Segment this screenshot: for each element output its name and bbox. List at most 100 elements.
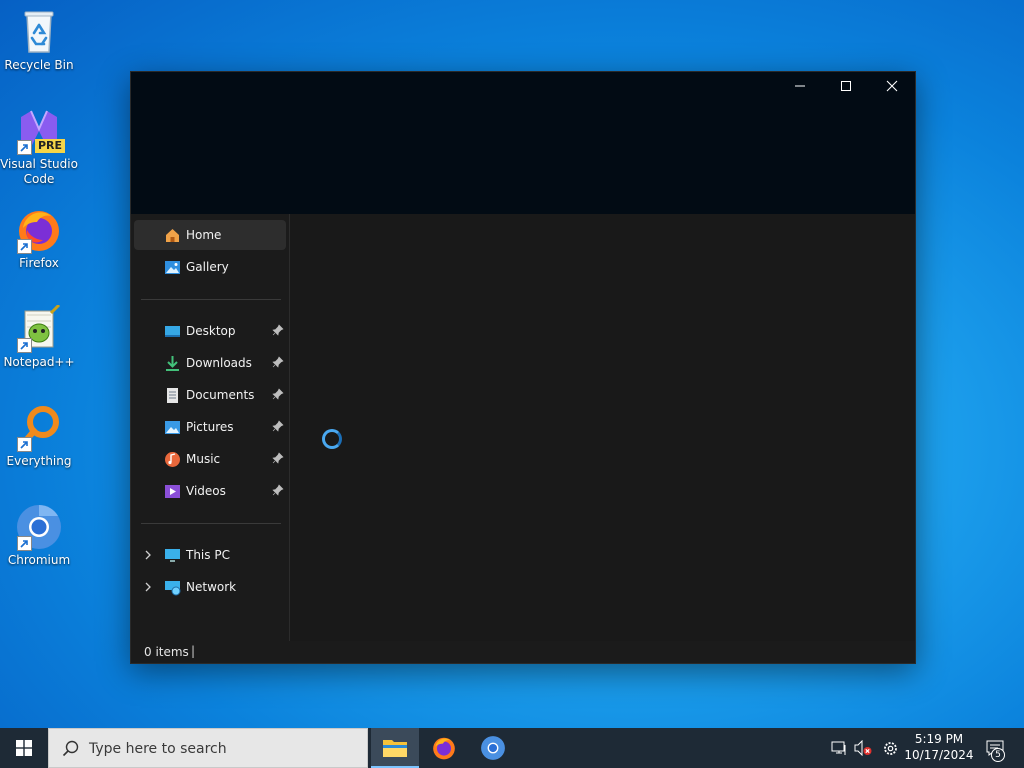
downloads-icon bbox=[166, 356, 179, 371]
search-icon bbox=[62, 740, 79, 757]
clock-date: 10/17/2024 bbox=[904, 748, 974, 762]
close-icon bbox=[886, 80, 898, 92]
preview-badge: PRE bbox=[34, 139, 65, 153]
desktop-icon-notepad-plus-plus[interactable]: Notepad++ bbox=[0, 303, 78, 370]
minimize-button[interactable] bbox=[777, 72, 823, 100]
loading-spinner bbox=[322, 429, 342, 449]
nav-item-documents[interactable]: Documents bbox=[134, 380, 286, 410]
chevron-right-icon[interactable] bbox=[143, 581, 153, 593]
tray-network[interactable] bbox=[828, 728, 850, 768]
nav-item-network[interactable]: Network bbox=[134, 572, 286, 602]
shortcut-arrow-icon bbox=[17, 536, 32, 551]
tray-volume[interactable] bbox=[852, 728, 874, 768]
maximize-icon bbox=[841, 81, 851, 91]
gear-icon bbox=[883, 741, 897, 755]
shortcut-arrow-icon bbox=[17, 437, 32, 452]
pin-icon[interactable] bbox=[272, 324, 284, 336]
file-explorer-window: Home Gallery Desktop Downloads Documents… bbox=[130, 71, 916, 664]
nav-item-label: Documents bbox=[186, 388, 255, 402]
nav-item-pictures[interactable]: Pictures bbox=[134, 412, 286, 442]
taskbar-firefox[interactable] bbox=[420, 728, 468, 768]
music-icon bbox=[165, 452, 180, 467]
pictures-icon bbox=[165, 421, 180, 434]
tray-notifications[interactable]: 5 bbox=[980, 728, 1010, 768]
nav-item-label: This PC bbox=[186, 548, 230, 562]
label-line-2: Code bbox=[23, 172, 55, 186]
nav-item-label: Gallery bbox=[186, 260, 229, 274]
desktop-icon-label: Notepad++ bbox=[3, 355, 75, 369]
network-icon bbox=[165, 581, 181, 596]
firefox-icon bbox=[15, 206, 63, 254]
desktop-icon-recycle-bin[interactable]: Recycle Bin bbox=[0, 8, 78, 73]
everything-search-icon bbox=[15, 404, 63, 452]
nav-item-label: Network bbox=[186, 580, 237, 594]
nav-item-desktop[interactable]: Desktop bbox=[134, 316, 286, 346]
close-button[interactable] bbox=[869, 72, 915, 100]
pin-icon[interactable] bbox=[272, 452, 284, 464]
desktop-icon-label: Firefox bbox=[19, 256, 59, 270]
gallery-icon bbox=[165, 261, 180, 274]
desktop-icon-label: Everything bbox=[6, 454, 72, 468]
this-pc-icon bbox=[165, 549, 180, 562]
nav-item-downloads[interactable]: Downloads bbox=[134, 348, 286, 378]
windows-logo-icon bbox=[16, 740, 32, 756]
visual-studio-code-icon: PRE bbox=[15, 107, 65, 155]
desktop-icon-visual-studio-code[interactable]: PRE Visual Studio Code bbox=[0, 107, 78, 187]
documents-icon bbox=[167, 388, 178, 403]
maximize-button[interactable] bbox=[823, 72, 869, 100]
file-list-area[interactable] bbox=[289, 214, 915, 641]
nav-item-home[interactable]: Home bbox=[134, 220, 286, 250]
volume-muted-icon bbox=[854, 740, 872, 756]
clock-time: 5:19 PM bbox=[914, 732, 964, 746]
shortcut-arrow-icon bbox=[17, 239, 32, 254]
nav-item-music[interactable]: Music bbox=[134, 444, 286, 474]
pin-icon[interactable] bbox=[272, 388, 284, 400]
taskbar-chromium[interactable] bbox=[469, 728, 517, 768]
notepad-plus-plus-icon bbox=[15, 303, 63, 353]
search-placeholder: Type here to search bbox=[89, 741, 227, 757]
desktop-icon-label: Visual Studio Code bbox=[0, 157, 78, 187]
nav-item-label: Home bbox=[186, 228, 222, 242]
firefox-icon bbox=[433, 737, 455, 760]
shortcut-arrow-icon bbox=[17, 338, 32, 353]
taskbar: Type here to search 5:19 PM 10/17/2024 5 bbox=[0, 728, 1024, 768]
start-button[interactable] bbox=[0, 728, 48, 768]
chromium-icon bbox=[15, 503, 63, 551]
pin-icon[interactable] bbox=[272, 356, 284, 368]
desktop-icon-label: Chromium bbox=[7, 553, 71, 567]
desktop-icon-chromium[interactable]: Chromium bbox=[0, 503, 78, 568]
chevron-right-icon[interactable] bbox=[143, 549, 153, 561]
nav-item-this-pc[interactable]: This PC bbox=[134, 540, 286, 570]
nav-item-videos[interactable]: Videos bbox=[134, 476, 286, 506]
pin-icon[interactable] bbox=[272, 420, 284, 432]
item-count: 0 items bbox=[144, 645, 189, 659]
desktop-folder-icon bbox=[165, 326, 180, 337]
file-explorer-icon bbox=[383, 740, 407, 757]
network-status-icon bbox=[831, 741, 845, 755]
nav-item-label: Videos bbox=[186, 484, 226, 498]
home-icon bbox=[166, 229, 179, 242]
status-divider: | bbox=[191, 644, 196, 658]
shortcut-arrow-icon bbox=[17, 140, 32, 155]
title-bar bbox=[131, 72, 915, 214]
tray-settings[interactable] bbox=[878, 728, 902, 768]
notification-count-badge: 5 bbox=[991, 748, 1005, 762]
status-bar: 0 items | bbox=[131, 641, 915, 663]
taskbar-clock[interactable]: 5:19 PM 10/17/2024 bbox=[900, 728, 978, 768]
nav-separator bbox=[141, 299, 281, 300]
recycle-bin-icon bbox=[15, 8, 63, 56]
taskbar-search-box[interactable]: Type here to search bbox=[48, 728, 368, 768]
nav-separator bbox=[141, 523, 281, 524]
pin-icon[interactable] bbox=[272, 484, 284, 496]
nav-item-gallery[interactable]: Gallery bbox=[134, 252, 286, 282]
label-line-1: Visual Studio bbox=[0, 157, 78, 171]
desktop-icon-firefox[interactable]: Firefox bbox=[0, 206, 78, 271]
nav-item-label: Pictures bbox=[186, 420, 234, 434]
taskbar-file-explorer[interactable] bbox=[371, 728, 419, 768]
nav-item-label: Downloads bbox=[186, 356, 252, 370]
desktop-icon-everything[interactable]: Everything bbox=[0, 404, 78, 469]
nav-item-label: Music bbox=[186, 452, 221, 466]
chromium-icon bbox=[481, 736, 505, 760]
nav-item-label: Desktop bbox=[186, 324, 236, 338]
navigation-pane: Home Gallery Desktop Downloads Documents… bbox=[131, 214, 289, 641]
